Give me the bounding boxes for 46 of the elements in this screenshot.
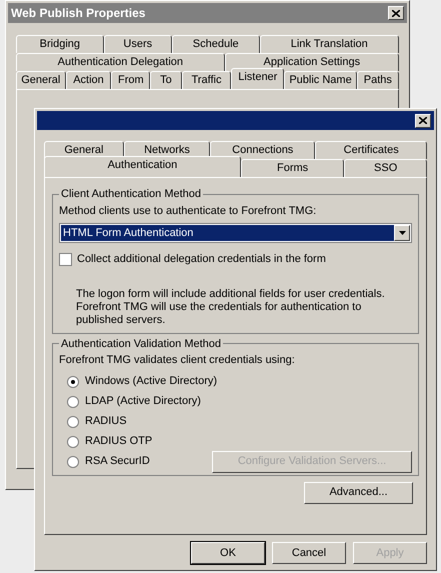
tab[interactable]: Link Translation: [260, 35, 399, 53]
tab[interactable]: SSO: [344, 159, 427, 177]
tab[interactable]: Authentication: [44, 156, 241, 177]
tab[interactable]: Paths: [356, 71, 400, 89]
tab[interactable]: General: [16, 71, 66, 89]
prompt-text: Forefront TMG validates client credentials using:: [59, 353, 296, 368]
tab[interactable]: Traffic: [182, 71, 232, 89]
close-button[interactable]: [388, 6, 404, 20]
radio-button[interactable]: [67, 376, 79, 388]
radio-label: RADIUS: [85, 414, 127, 430]
tab[interactable]: Listener: [231, 68, 284, 89]
tab[interactable]: Connections: [210, 141, 316, 159]
tab[interactable]: From: [111, 71, 150, 89]
window-title: Web Publish Properties: [11, 5, 146, 22]
checkbox[interactable]: [59, 252, 72, 266]
method-dropdown[interactable]: HTML Form Authentication: [59, 223, 412, 243]
group-title: Authentication Validation Method: [60, 336, 222, 352]
tab[interactable]: Application Settings: [224, 53, 399, 71]
close-icon: [419, 117, 427, 124]
close-button[interactable]: [415, 114, 431, 128]
dialog-button[interactable]: OK: [191, 542, 265, 564]
group-title: Client Authentication Method: [60, 187, 202, 202]
tab[interactable]: To: [150, 71, 182, 89]
radio-button[interactable]: [67, 456, 79, 468]
radio-label: Windows (Active Directory): [85, 374, 218, 390]
tab[interactable]: Schedule: [172, 35, 260, 53]
radio-button[interactable]: [67, 416, 79, 428]
radio-label: RADIUS OTP: [85, 434, 152, 450]
radio-label: LDAP (Active Directory): [85, 394, 201, 410]
dialog-button[interactable]: Cancel: [272, 542, 346, 564]
note-text: The logon form will include additional fields for user credentials. Forefront TMG will use the credentials for authentication to published servers.: [76, 288, 386, 326]
radio-label: RSA SecurID: [85, 454, 150, 470]
tab[interactable]: Forms: [240, 159, 344, 177]
dropdown-arrow-icon: [398, 231, 406, 235]
tab[interactable]: Action: [66, 71, 112, 89]
tab[interactable]: Bridging: [16, 35, 104, 53]
radio-button[interactable]: [67, 436, 79, 448]
radio-button[interactable]: [67, 396, 79, 408]
tab[interactable]: Users: [104, 35, 172, 53]
checkbox-label: Collect additional delegation credentials in the form: [77, 252, 326, 267]
tab[interactable]: Authentication Delegation: [16, 53, 225, 71]
advanced-button[interactable]: Advanced...: [304, 482, 413, 504]
tab[interactable]: Certificates: [315, 141, 427, 159]
prompt-text: Method clients use to authenticate to Forefront TMG:: [59, 204, 318, 218]
close-icon: [392, 10, 400, 16]
tab[interactable]: Public Name: [284, 71, 357, 89]
